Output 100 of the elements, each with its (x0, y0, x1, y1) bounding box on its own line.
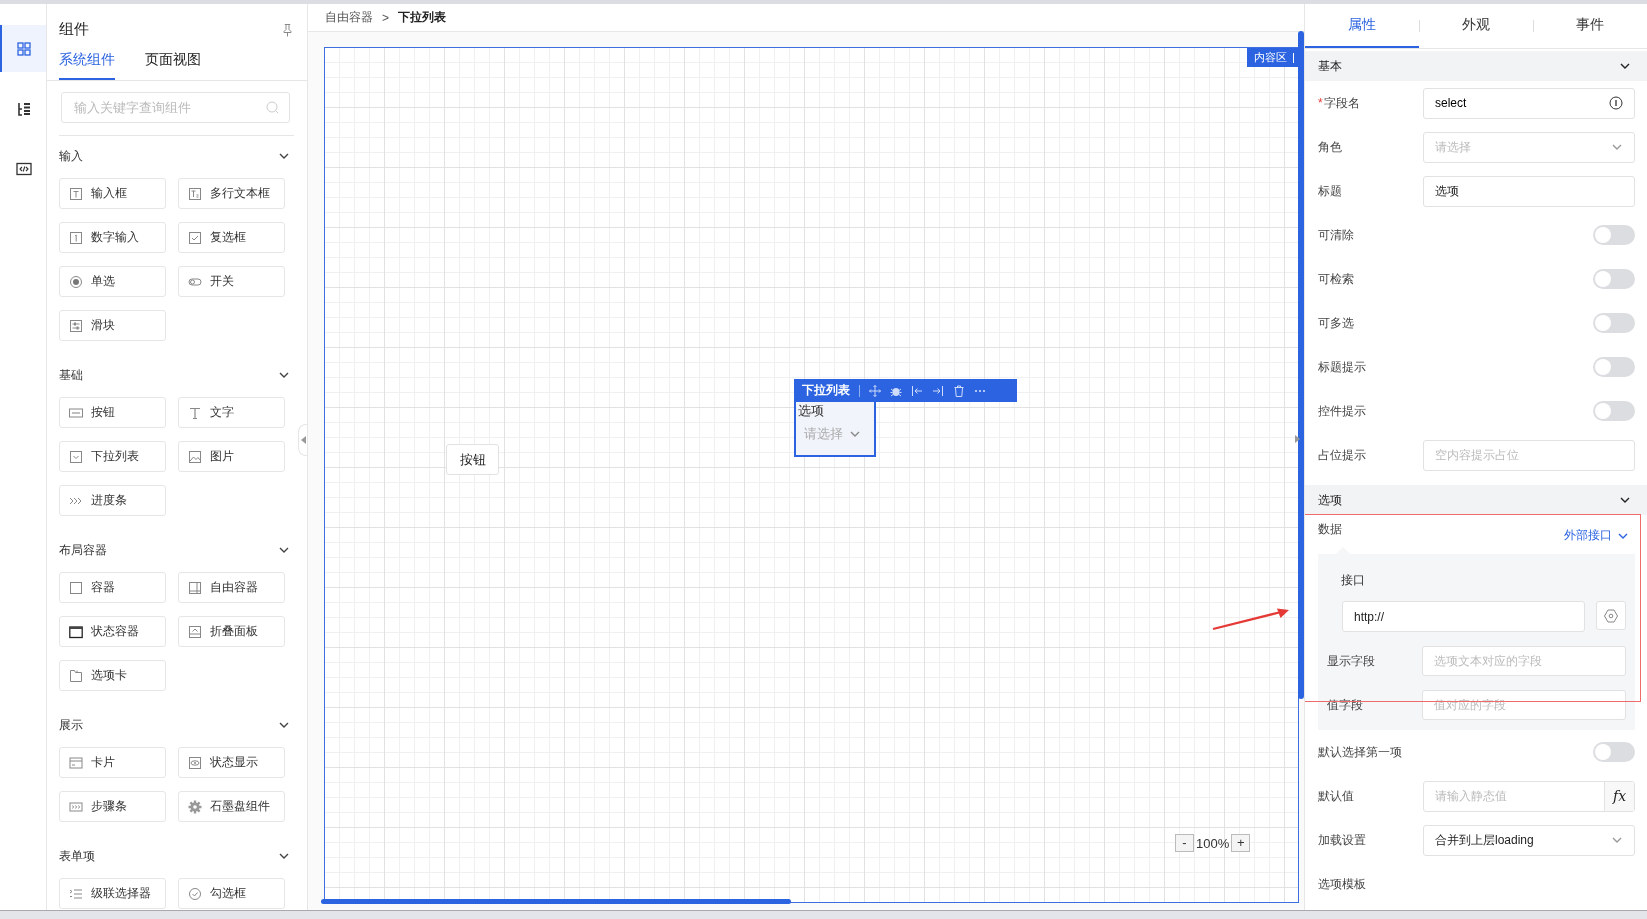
search-field[interactable]: 输入关键字查询组件 (61, 92, 290, 123)
field-label: 可清除 (1318, 226, 1355, 244)
component-item[interactable]: 石墨盘组件 (178, 791, 285, 822)
group-title: 基础 (59, 366, 83, 384)
dropdown-field[interactable]: 合并到上层loading (1423, 824, 1635, 856)
text-field[interactable]: select (1423, 87, 1635, 119)
component-item[interactable]: 勾选框 (178, 878, 285, 909)
component-item[interactable]: 开关 (178, 266, 285, 297)
component-item[interactable]: 卡片 (59, 747, 166, 778)
text-field[interactable]: 选项文本对应的字段 (1422, 646, 1626, 676)
component-item[interactable]: 按钮 (59, 397, 166, 428)
toggle-switch[interactable] (1593, 742, 1635, 762)
component-item[interactable]: 级联选择器 (59, 878, 166, 909)
square-icon (69, 580, 83, 595)
toggle-switch[interactable] (1593, 313, 1635, 333)
breadcrumb-separator: > (382, 10, 389, 25)
property-tab[interactable]: 属性 (1305, 4, 1419, 48)
component-item[interactable]: 单选 (59, 266, 166, 297)
scrollbar[interactable] (321, 899, 791, 904)
component-item[interactable]: 折叠面板 (178, 616, 285, 647)
toggle-switch[interactable] (1593, 269, 1635, 289)
zoom-out-button[interactable]: - (1175, 834, 1194, 852)
caret-left-icon (301, 436, 306, 444)
component-item[interactable]: 进度条 (59, 485, 166, 516)
component-item[interactable]: 复选框 (178, 222, 285, 253)
widget-name: 下拉列表 (802, 382, 850, 399)
field-label: 标题 (1318, 182, 1343, 200)
field-label: 可检索 (1318, 270, 1355, 288)
section-title: 基本 (1318, 57, 1342, 75)
source-dropdown[interactable]: 外部接口 (1564, 527, 1629, 544)
component-item[interactable]: 滑块 (59, 310, 166, 341)
code-icon (16, 160, 32, 177)
text-field[interactable]: 空内容提示占位 (1423, 439, 1635, 471)
property-tab[interactable]: 事件 (1533, 4, 1647, 48)
group-title: 展示 (59, 716, 83, 734)
region-tag: 内容区 (1247, 48, 1298, 67)
field-label: 加载设置 (1318, 831, 1367, 849)
steps-icon (69, 799, 83, 814)
field-label: 显示字段 (1327, 652, 1376, 670)
section-header[interactable]: 选项 (1305, 485, 1647, 515)
slider-icon (69, 318, 83, 333)
component-item[interactable]: 选项卡 (59, 660, 166, 691)
widget-label: 选项 (798, 402, 824, 420)
settings-icon (1603, 607, 1619, 624)
property-tab[interactable]: 外观 (1419, 4, 1533, 48)
sidebar-tab[interactable] (0, 25, 46, 72)
field-label: 选项模板 (1318, 875, 1367, 893)
component-item[interactable]: 图片 (178, 441, 285, 472)
field-label: 标题提示 (1318, 358, 1367, 376)
field-label: 角色 (1318, 138, 1343, 156)
tree-list-icon (16, 100, 32, 117)
toggle-switch[interactable] (1593, 357, 1635, 377)
url-field[interactable]: http:// (1342, 601, 1585, 632)
component-item[interactable]: 状态容器 (59, 616, 166, 647)
component-item[interactable]: 文字 (178, 397, 285, 428)
caret-right-icon (1295, 435, 1300, 443)
component-item[interactable]: 多行文本框 (178, 178, 285, 209)
checkbox-icon (188, 230, 202, 245)
settings-button[interactable] (1596, 601, 1626, 630)
text-field[interactable]: 选项 (1423, 175, 1635, 207)
search-icon (266, 101, 279, 114)
section-title: 选项 (1318, 491, 1342, 509)
pin-icon[interactable] (280, 22, 294, 37)
text-box-icon (188, 186, 202, 201)
component-item[interactable]: 步骤条 (59, 791, 166, 822)
panel-tab[interactable]: 页面视图 (145, 51, 201, 80)
field-label: 默认选择第一项 (1318, 743, 1403, 761)
breadcrumb-item: 下拉列表 (398, 9, 446, 26)
breadcrumb-item[interactable]: 自由容器 (325, 9, 373, 26)
toggle-switch[interactable] (1593, 401, 1635, 421)
canvas-button[interactable]: 按钮 (446, 444, 499, 475)
component-item[interactable]: 输入框 (59, 178, 166, 209)
component-item[interactable]: 数字输入 (59, 222, 166, 253)
panel-tab[interactable]: 系统组件 (59, 51, 115, 80)
formula-button[interactable]: fx (1604, 781, 1634, 811)
field-label: 占位提示 (1318, 446, 1367, 464)
selected-dropdown-widget[interactable]: 选项 请选择 (794, 400, 876, 457)
component-item[interactable]: 自由容器 (178, 572, 285, 603)
component-item[interactable]: 状态显示 (178, 747, 285, 778)
component-item[interactable]: 下拉列表 (59, 441, 166, 472)
dropdown-icon (69, 449, 83, 464)
toggle-switch[interactable] (1593, 225, 1635, 245)
scrollbar[interactable] (1298, 31, 1304, 699)
collapse-panel-icon (188, 624, 202, 639)
field-label: 数据 (1318, 521, 1342, 538)
component-item[interactable]: 容器 (59, 572, 166, 603)
radio-icon (69, 274, 83, 289)
section-header[interactable]: 基本 (1305, 51, 1647, 81)
zoom-in-button[interactable]: + (1231, 834, 1251, 852)
image-icon (188, 449, 202, 464)
field-label: *字段名 (1318, 94, 1361, 112)
trash-icon[interactable] (953, 384, 965, 397)
list-icon (69, 886, 83, 901)
group-title: 输入 (59, 147, 83, 165)
move-icon[interactable] (869, 384, 881, 397)
check-circle-icon (188, 886, 202, 901)
indent-right-icon[interactable] (932, 384, 944, 397)
indent-left-icon[interactable] (911, 384, 923, 397)
value-field[interactable]: 请输入静态值 fx (1423, 780, 1635, 812)
eye-icon (188, 755, 202, 770)
